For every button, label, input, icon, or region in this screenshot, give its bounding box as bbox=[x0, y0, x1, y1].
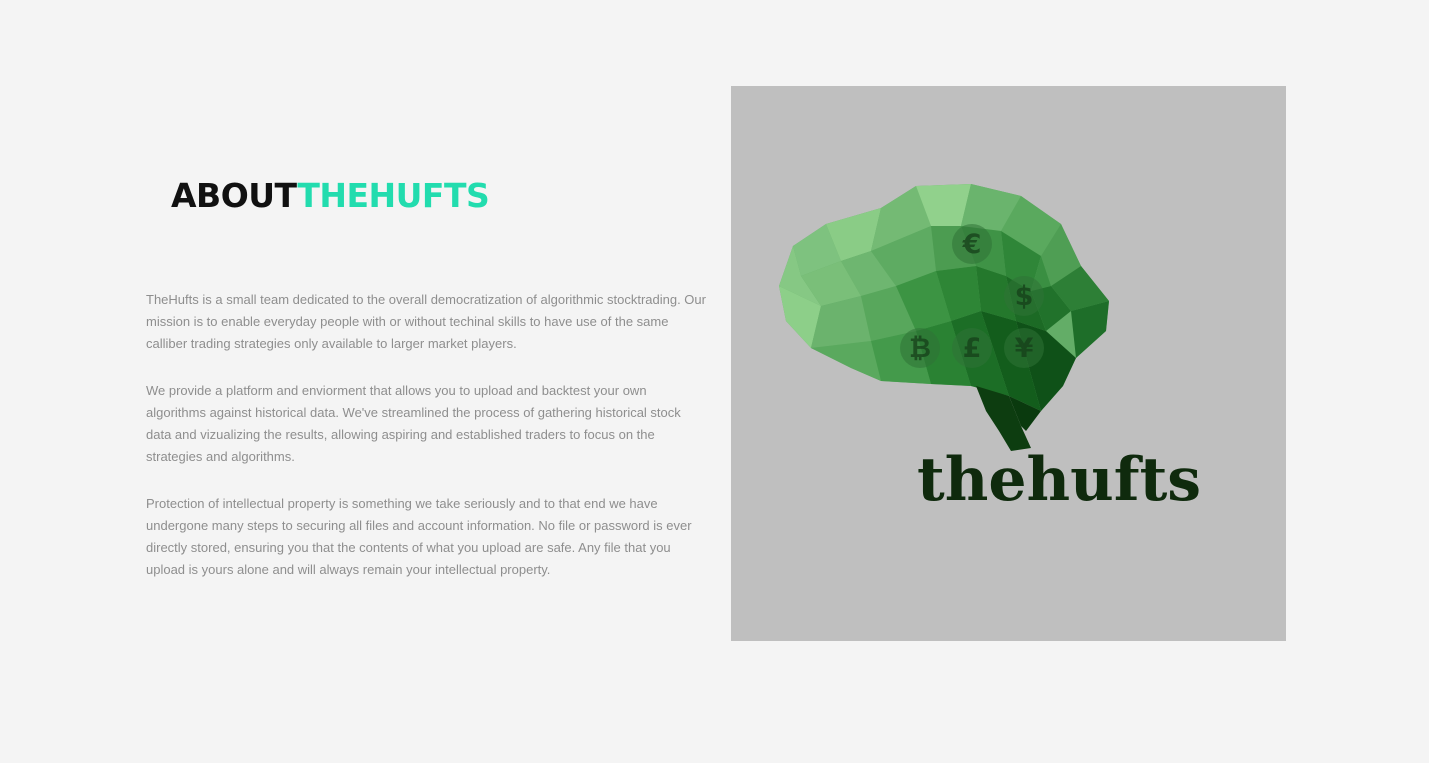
about-paragraph-platform: We provide a platform and enviorment tha… bbox=[146, 383, 681, 464]
yen-symbol: ¥ bbox=[1015, 333, 1034, 364]
about-paragraph-security: Protection of intellectual property is s… bbox=[146, 496, 692, 577]
euro-symbol: € bbox=[962, 229, 982, 260]
heading-brand-text: THEHUFTS bbox=[297, 176, 490, 215]
dollar-symbol: $ bbox=[1015, 281, 1034, 312]
logo-wordmark: thehufts bbox=[917, 445, 1201, 515]
brain-shape bbox=[779, 184, 1109, 451]
pound-symbol: £ bbox=[963, 333, 982, 364]
brain-logo-graphic: € $ ₿ £ ¥ thehufts bbox=[779, 184, 1201, 515]
bitcoin-symbol: ₿ bbox=[909, 333, 931, 364]
about-section: ABOUTTHEHUFTS TheHufts is a small team d… bbox=[0, 0, 1429, 763]
logo-image: € $ ₿ £ ¥ thehufts bbox=[731, 86, 1286, 641]
about-description: TheHufts is a small team dedicated to th… bbox=[146, 289, 706, 606]
about-paragraph-mission: TheHufts is a small team dedicated to th… bbox=[146, 292, 706, 351]
about-heading: ABOUTTHEHUFTS bbox=[171, 174, 490, 218]
heading-about-text: ABOUT bbox=[171, 176, 298, 215]
